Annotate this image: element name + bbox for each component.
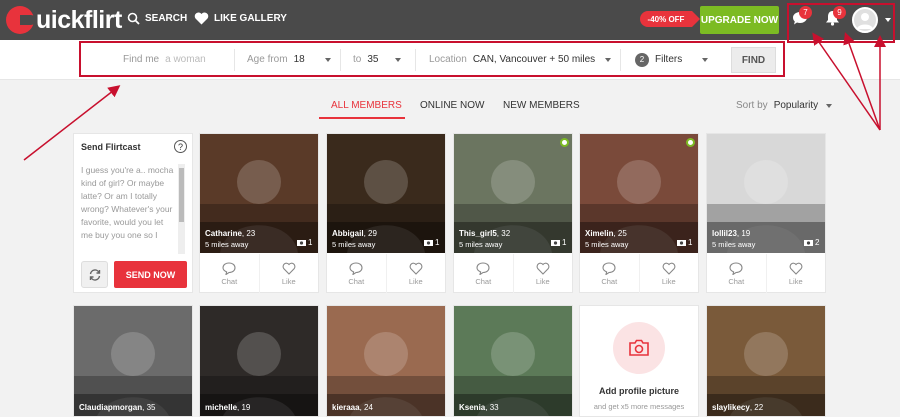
annotation-arrows xyxy=(23,32,886,161)
